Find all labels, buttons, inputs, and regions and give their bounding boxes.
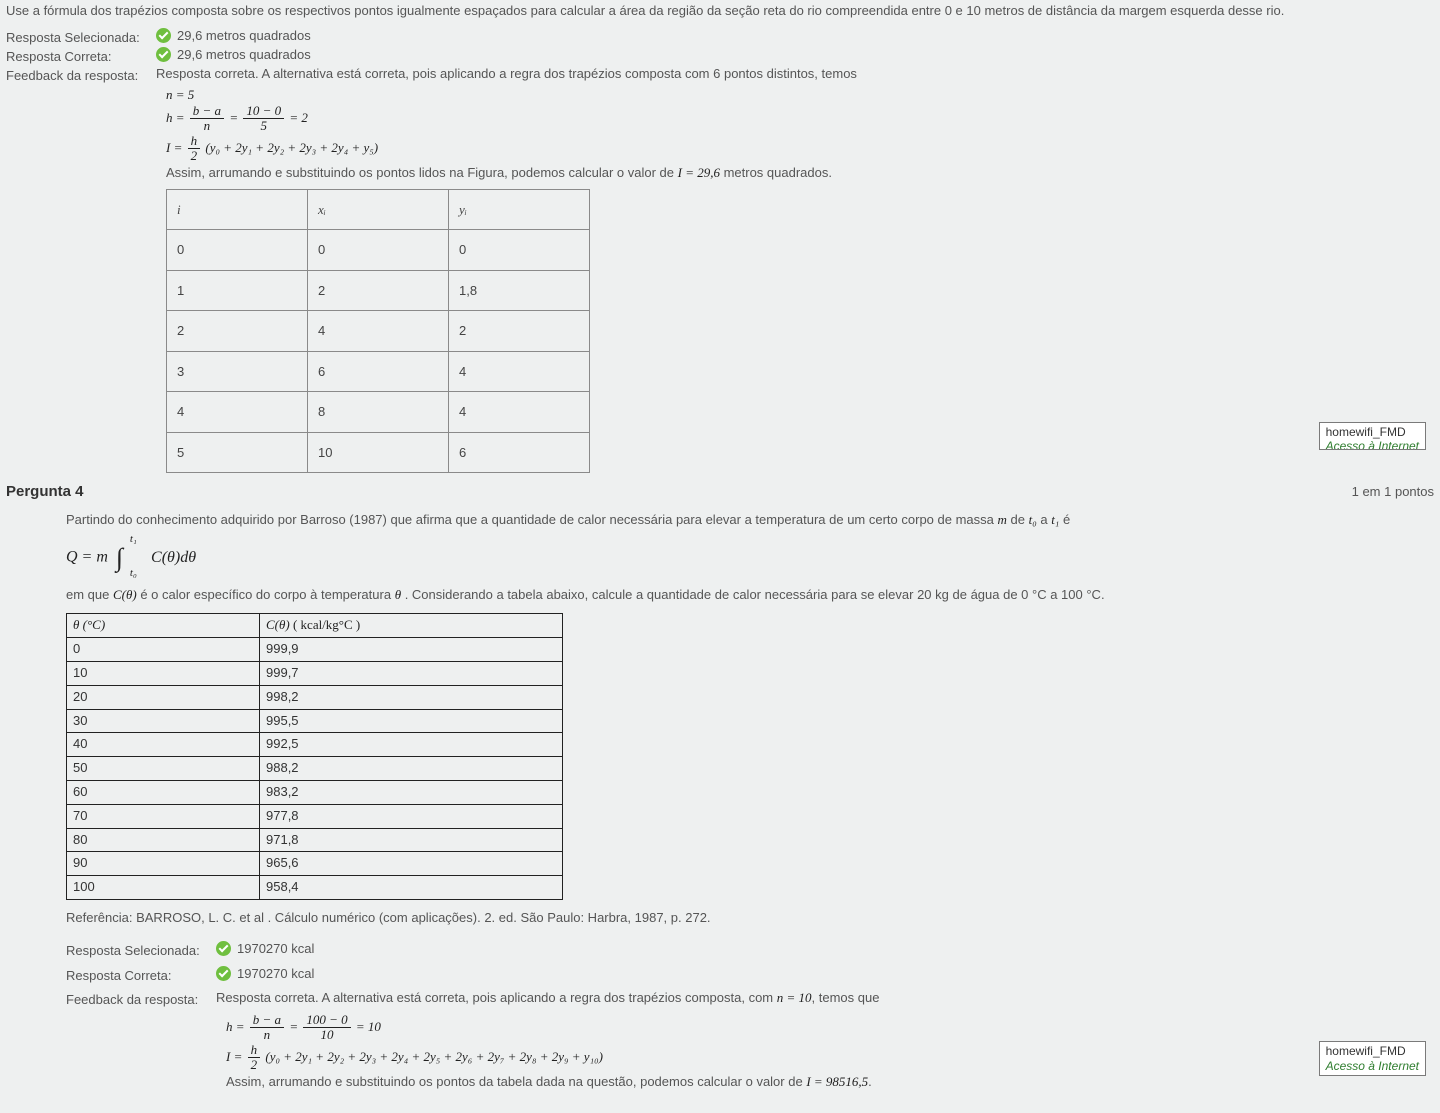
q3-correct-label: Resposta Correta: [6, 47, 156, 64]
table-row: 242 [167, 311, 590, 352]
q4-selected-text: 1970270 kcal [237, 941, 314, 956]
table-row: 30995,5 [67, 709, 563, 733]
q3-th-yi: yᵢ [449, 189, 590, 230]
table-row: 60983,2 [67, 781, 563, 805]
q4-correct-text: 1970270 kcal [237, 966, 314, 981]
table-row: 50988,2 [67, 757, 563, 781]
table-row: 80971,8 [67, 828, 563, 852]
table-row: 20998,2 [67, 685, 563, 709]
q4-def: em que C(θ) é o calor específico do corp… [66, 585, 1434, 606]
q4-data-table: θ (°C) C(θ) ( kcal/kg°C ) 0999,9 10999,7… [66, 613, 563, 900]
q4-intro: Partindo do conhecimento adquirido por B… [66, 510, 1434, 531]
table-row: 364 [167, 351, 590, 392]
table-row: 100958,4 [67, 876, 563, 900]
table-row: 70977,8 [67, 804, 563, 828]
q3-correct-value: 29,6 metros quadrados [156, 47, 1434, 62]
check-icon [156, 28, 171, 43]
wifi-status: Acesso à Internet [1326, 1059, 1419, 1073]
q4-I-eq: I = h2 (y₀ + 2y₁ + 2y₂ + 2y₃ + 2y₄ + 2y₅… [226, 1043, 1434, 1073]
wifi-ssid: homewifi_FMD [1326, 425, 1419, 439]
table-row: 000 [167, 230, 590, 271]
table-row: 90965,6 [67, 852, 563, 876]
q4-Q-equation: Q = m ∫ t₁ t₀ C(θ)dθ [66, 537, 1434, 579]
check-icon [216, 941, 231, 956]
wifi-popup[interactable]: homewifi_FMD Acesso à Internet [1319, 422, 1426, 450]
table-row: 0999,9 [67, 638, 563, 662]
wifi-ssid: homewifi_FMD [1326, 1044, 1419, 1058]
table-row: 40992,5 [67, 733, 563, 757]
q3-selected-text: 29,6 metros quadrados [177, 28, 311, 43]
table-row: 484 [167, 392, 590, 433]
q4-selected-value: 1970270 kcal [216, 939, 1434, 960]
question4-points: 1 em 1 pontos [1352, 484, 1434, 499]
check-icon [216, 966, 231, 981]
question4-body: Partindo do conhecimento adquirido por B… [66, 510, 1434, 1093]
q3-n-eq: n = 5 [166, 85, 1434, 105]
q4-feedback-lead: Resposta correta. A alternativa está cor… [216, 988, 1434, 1009]
q3-data-table: i xᵢ yᵢ 000 121,8 242 364 484 5106 [166, 189, 590, 474]
q3-feedback-label: Feedback da resposta: [6, 66, 156, 83]
q3-selected-label: Resposta Selecionada: [6, 28, 156, 45]
q3-selected-value: 29,6 metros quadrados [156, 28, 1434, 43]
q4-conclusion: Assim, arrumando e substituindo os ponto… [226, 1072, 1434, 1093]
q3-th-i: i [167, 189, 308, 230]
q4-feedback-label: Feedback da resposta: [66, 988, 216, 1011]
q3-feedback-lead: Resposta correta. A alternativa está cor… [156, 66, 1434, 81]
table-row: 10999,7 [67, 662, 563, 686]
q3-feedback-math: n = 5 h = b − an = 10 − 05 = 2 I = h2 (y… [166, 85, 1434, 474]
q3-I-eq: I = h2 (y₀ + 2y₁ + 2y₂ + 2y₃ + 2y₄ + y₅) [166, 134, 1434, 164]
q4-th-C: C(θ) ( kcal/kg°C ) [260, 614, 563, 638]
q3-th-xi: xᵢ [308, 189, 449, 230]
wifi-popup[interactable]: homewifi_FMD Acesso à Internet [1319, 1041, 1426, 1076]
table-row: 5106 [167, 432, 590, 473]
check-icon [156, 47, 171, 62]
q4-feedback-math: h = b − an = 100 − 010 = 10 I = h2 (y₀ +… [226, 1013, 1434, 1093]
q3-correct-text: 29,6 metros quadrados [177, 47, 311, 62]
q4-reference: Referência: BARROSO, L. C. et al . Cálcu… [66, 908, 1434, 929]
q4-correct-label: Resposta Correta: [66, 964, 216, 987]
table-row: 121,8 [167, 270, 590, 311]
q4-th-theta: θ (°C) [67, 614, 260, 638]
wifi-status: Acesso à Internet [1326, 439, 1419, 450]
q4-selected-label: Resposta Selecionada: [66, 939, 216, 962]
q4-correct-value: 1970270 kcal [216, 964, 1434, 985]
question3-prompt: Use a fórmula dos trapézios composta sob… [6, 2, 1434, 20]
question4-title: Pergunta 4 [6, 483, 84, 500]
q3-h-eq: h = b − an = 10 − 05 = 2 [166, 104, 1434, 134]
q3-conclusion: Assim, arrumando e substituindo os ponto… [166, 163, 1434, 183]
q4-h-eq: h = b − an = 100 − 010 = 10 [226, 1013, 1434, 1043]
